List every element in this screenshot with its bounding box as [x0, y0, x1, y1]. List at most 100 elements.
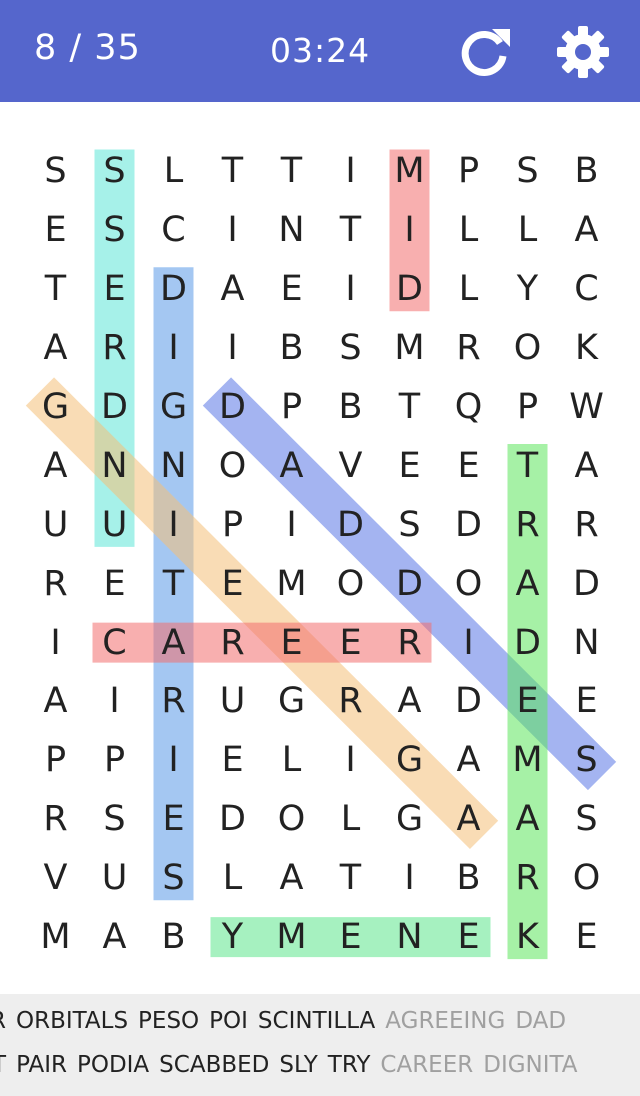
grid-cell[interactable]: D [380, 260, 439, 319]
grid-cell[interactable]: T [262, 142, 321, 201]
grid-cell[interactable]: A [498, 554, 557, 613]
grid-cell[interactable]: A [262, 849, 321, 908]
grid-cell[interactable]: L [498, 201, 557, 260]
grid-cell[interactable]: S [85, 790, 144, 849]
word-list-item[interactable]: PODIA [77, 1052, 149, 1078]
word-list-item[interactable]: DAD [515, 1008, 566, 1034]
grid-cell[interactable]: C [557, 260, 616, 319]
grid-cell[interactable]: E [85, 260, 144, 319]
grid-cell[interactable]: O [203, 436, 262, 495]
grid-cell[interactable]: A [26, 672, 85, 731]
grid-cell[interactable]: U [203, 672, 262, 731]
grid-cell[interactable]: Y [203, 908, 262, 967]
grid-cell[interactable]: A [439, 790, 498, 849]
grid-cell[interactable]: R [26, 790, 85, 849]
letter-grid[interactable]: SSLTTIMPSBESCINTILLATEDAEIDLYCARIIBSMROK… [26, 142, 616, 966]
grid-cell[interactable]: P [26, 731, 85, 790]
grid-cell[interactable]: R [498, 849, 557, 908]
grid-cell[interactable]: I [144, 495, 203, 554]
grid-cell[interactable]: A [380, 672, 439, 731]
grid-cell[interactable]: O [498, 319, 557, 378]
grid-cell[interactable]: V [321, 436, 380, 495]
word-list-item[interactable]: PESO [138, 1008, 199, 1034]
grid-cell[interactable]: D [203, 790, 262, 849]
grid-cell[interactable]: O [321, 554, 380, 613]
grid-cell[interactable]: E [321, 908, 380, 967]
grid-cell[interactable]: D [203, 378, 262, 437]
grid-cell[interactable]: R [144, 672, 203, 731]
grid-cell[interactable]: R [203, 613, 262, 672]
grid-cell[interactable]: I [144, 731, 203, 790]
grid-cell[interactable]: E [439, 436, 498, 495]
word-list-item[interactable]: CAREER [380, 1052, 473, 1078]
grid-cell[interactable]: N [380, 908, 439, 967]
grid-cell[interactable]: D [144, 260, 203, 319]
grid-cell[interactable]: O [557, 849, 616, 908]
puzzle-board[interactable]: SSLTTIMPSBESCINTILLATEDAEIDLYCARIIBSMROK… [0, 102, 640, 994]
grid-cell[interactable]: N [144, 436, 203, 495]
grid-cell[interactable]: K [557, 319, 616, 378]
grid-cell[interactable]: T [321, 849, 380, 908]
grid-cell[interactable]: I [321, 260, 380, 319]
grid-cell[interactable]: K [498, 908, 557, 967]
grid-cell[interactable]: E [439, 908, 498, 967]
grid-cell[interactable]: E [26, 201, 85, 260]
grid-cell[interactable]: U [85, 849, 144, 908]
grid-cell[interactable]: M [380, 142, 439, 201]
grid-cell[interactable]: I [380, 849, 439, 908]
grid-cell[interactable]: R [557, 495, 616, 554]
grid-cell[interactable]: I [321, 142, 380, 201]
word-list-item[interactable]: T [0, 1052, 6, 1078]
restart-button[interactable] [455, 22, 515, 82]
grid-cell[interactable]: L [262, 731, 321, 790]
grid-cell[interactable]: R [85, 319, 144, 378]
grid-cell[interactable]: I [321, 731, 380, 790]
word-list-item[interactable]: R [0, 1008, 6, 1034]
grid-cell[interactable]: L [144, 142, 203, 201]
grid-cell[interactable]: A [26, 319, 85, 378]
grid-cell[interactable]: E [380, 436, 439, 495]
grid-cell[interactable]: B [262, 319, 321, 378]
grid-cell[interactable]: S [557, 790, 616, 849]
grid-cell[interactable]: E [144, 790, 203, 849]
grid-cell[interactable]: P [85, 731, 144, 790]
word-list-item[interactable]: DIGNITA [483, 1052, 577, 1078]
grid-cell[interactable]: P [498, 378, 557, 437]
grid-cell[interactable]: E [203, 731, 262, 790]
grid-cell[interactable]: M [380, 319, 439, 378]
grid-cell[interactable]: I [144, 319, 203, 378]
grid-cell[interactable]: S [85, 142, 144, 201]
grid-cell[interactable]: U [85, 495, 144, 554]
grid-cell[interactable]: D [380, 554, 439, 613]
grid-cell[interactable]: D [439, 495, 498, 554]
word-list-item[interactable]: SCINTILLA [258, 1008, 375, 1034]
grid-cell[interactable]: I [380, 201, 439, 260]
grid-cell[interactable]: I [439, 613, 498, 672]
grid-cell[interactable]: U [26, 495, 85, 554]
grid-cell[interactable]: M [498, 731, 557, 790]
grid-cell[interactable]: C [85, 613, 144, 672]
grid-cell[interactable]: S [26, 142, 85, 201]
grid-cell[interactable]: G [144, 378, 203, 437]
grid-cell[interactable]: T [321, 201, 380, 260]
word-list-item[interactable]: TRY [328, 1052, 371, 1078]
grid-cell[interactable]: I [262, 495, 321, 554]
grid-cell[interactable]: A [85, 908, 144, 967]
grid-cell[interactable]: D [498, 613, 557, 672]
grid-cell[interactable]: S [85, 201, 144, 260]
grid-cell[interactable]: T [203, 142, 262, 201]
grid-cell[interactable]: S [557, 731, 616, 790]
grid-cell[interactable]: L [439, 260, 498, 319]
grid-cell[interactable]: N [85, 436, 144, 495]
grid-cell[interactable]: E [557, 908, 616, 967]
grid-cell[interactable]: B [144, 908, 203, 967]
grid-cell[interactable]: D [439, 672, 498, 731]
grid-cell[interactable]: G [26, 378, 85, 437]
grid-cell[interactable]: T [26, 260, 85, 319]
grid-cell[interactable]: D [85, 378, 144, 437]
grid-cell[interactable]: P [439, 142, 498, 201]
grid-cell[interactable]: I [26, 613, 85, 672]
grid-cell[interactable]: L [321, 790, 380, 849]
grid-cell[interactable]: P [203, 495, 262, 554]
word-list-item[interactable]: SCABBED [159, 1052, 269, 1078]
